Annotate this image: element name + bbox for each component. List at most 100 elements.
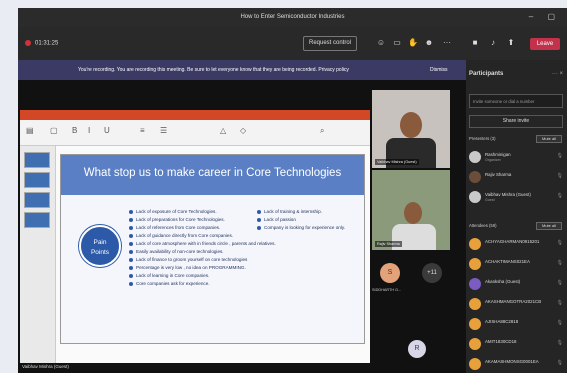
bullet-item: Lack of training & internship. [257,209,322,214]
avatar [469,238,481,250]
mic-icon: 🎙 [556,320,563,326]
invite-input[interactable]: Invite someone or dial a number [469,94,563,108]
participant-row[interactable]: Rashminigan Organizer 🎙 [469,148,565,166]
circle-label-2: Points [90,249,110,256]
participant-row[interactable]: ACHAKTIMANS021EA 🎙 [469,255,565,273]
presenters-heading: Presenters (3) [469,136,496,141]
avatar [469,318,481,330]
pain-points-circle: Pain Points [79,225,121,267]
share-icon[interactable]: ⬆ [506,38,516,48]
participant-name: ACHAKTIMANS021EA [485,259,530,264]
dismiss-button[interactable]: Dismiss [430,67,448,73]
recording-message: You're recording. You are recording this… [78,67,349,73]
bullet-item: Core companies ask for experience. [129,281,210,286]
panel-title: Participants [469,71,504,77]
participant-name: Akanksha (Guest) [485,279,521,284]
slide-content: Pain Points Lack of exposure of Core Tec… [61,195,364,343]
mic-icon: 🎙 [556,193,563,199]
participant-name: AKAMASHMONSG0001EA [485,359,539,364]
mute-all-button[interactable]: Mute all [536,222,562,230]
attendees-heading: Attendees (59) [469,223,497,228]
mic-icon[interactable]: ♪ [488,38,498,48]
participant-role: Guest [485,198,495,202]
bullet-item: Lack of finance to groom yourself on cor… [129,257,247,262]
bullet-item: Easily availability of non-core technolo… [129,249,224,254]
participant-row[interactable]: AMIT1830CD18 🎙 [469,335,565,353]
participant-row[interactable]: Akanksha (Guest) 🎙 [469,275,565,293]
leave-button[interactable]: Leave [530,38,560,50]
new-slide-icon: ▢ [50,126,58,135]
participant-name: AKASHMANGOTRA2021CB [485,299,542,304]
participant-name: ACHYAGHARMAN0915201 [485,239,540,244]
participant-name: Vaibhav Mishra (Guest) [485,192,531,197]
mic-icon: 🎙 [556,240,563,246]
slide-thumbnail[interactable] [24,212,50,228]
mute-all-button[interactable]: Mute all [536,135,562,143]
tile-name: Vaibhav Mishra (Guest) [375,159,419,165]
title-bar: How to Enter Semiconductor Industries – … [18,8,567,27]
italic-icon: I [88,126,91,135]
video-tile-participant[interactable]: Rajiv Sharma [372,170,450,250]
presenter-name-label: Vaibhav Mishra (Guest) [22,364,69,369]
participant-row[interactable]: Vaibhav Mishra (Guest) Guest 🎙 [469,188,565,206]
bullet-item: Lack of preparations for Core Technologi… [129,217,225,222]
bullet-item: Lack of exposure of Core Technologies. [129,209,217,214]
bullet-item: Lack of learning in Core companies. [129,273,209,278]
slide-thumbnail[interactable] [24,152,50,168]
participant-row[interactable]: AJISHA88C2818 🎙 [469,315,565,333]
camera-icon[interactable]: ■ [470,38,480,48]
participant-name: Rajiv Sharma [485,172,512,177]
underline-icon: U [104,126,110,135]
bold-icon: B [72,126,78,135]
meeting-stage: ▤ ▢ B I U ≡ ☰ △ ◇ ⌕ What stop us to make… [18,80,466,373]
mic-icon: 🎙 [556,360,563,366]
slide-thumbnail[interactable] [24,172,50,188]
avatar [469,298,481,310]
participant-row[interactable]: ACHYAGHARMAN0915201 🎙 [469,235,565,253]
find-icon: ⌕ [320,126,325,135]
participant-name: AMIT1830CD18 [485,339,517,344]
powerpoint-ribbon [20,110,370,120]
video-tile-presenter[interactable]: Vaibhav Mishra (Guest) [372,90,450,168]
mic-icon: 🎙 [556,280,563,286]
timer-text: 01:31:25 [35,40,59,47]
more-icon[interactable]: ··· [442,38,452,48]
chat-icon[interactable]: ▭ [392,38,402,48]
participant-row[interactable]: Rajiv Sharma 🎙 [469,168,565,186]
mic-icon: 🎙 [556,340,563,346]
raise-hand-icon[interactable]: ✋ [408,38,418,48]
avatar [469,278,481,290]
avatar [469,151,481,163]
bullet-item: Lack of core atmosphere with in friends … [129,241,276,246]
person-head [400,112,422,138]
tile-name: Rajiv Sharma [375,241,402,247]
mic-icon: 🎙 [556,173,563,179]
bullet-item: Lack of references from Core companies. [129,225,220,230]
participants-panel: Participants ··· × Invite someone or dia… [466,60,567,373]
request-control-button[interactable]: Request control [303,36,357,51]
avatar-caption: SIDDHARTH G... [372,288,402,292]
people-icon[interactable]: ☺ [376,38,386,48]
share-invite-button[interactable]: Share invite [469,115,563,128]
shapes-icon: △ [220,126,227,135]
mic-icon: 🎙 [556,153,563,159]
avatar [469,191,481,203]
powerpoint-toolbar: ▤ ▢ B I U ≡ ☰ △ ◇ ⌕ [20,120,370,146]
bullet-item: Lack of passion [257,217,296,222]
slide-thumbnail[interactable] [24,192,50,208]
avatar [469,258,481,270]
participant-avatar[interactable]: R [408,340,426,358]
participant-avatar[interactable]: S [380,263,400,283]
bullet-item: Company is looking for experience only. [257,225,345,230]
avatar [469,358,481,370]
list-icon: ☰ [160,126,168,135]
panel-close-icon[interactable]: ··· × [552,71,563,77]
participant-row[interactable]: AKASHMANGOTRA2021CB 🎙 [469,295,565,313]
more-participants-badge[interactable]: +11 [422,263,442,283]
participant-row[interactable]: AKAMASHMONSG0001EA 🎙 [469,355,565,373]
participant-role: Organizer [485,158,501,162]
window-controls[interactable]: – ▢ [529,12,561,21]
paste-icon: ▤ [26,126,34,135]
meeting-timer: 01:31:25 [25,40,58,47]
reactions-icon[interactable]: ☻ [424,38,434,48]
